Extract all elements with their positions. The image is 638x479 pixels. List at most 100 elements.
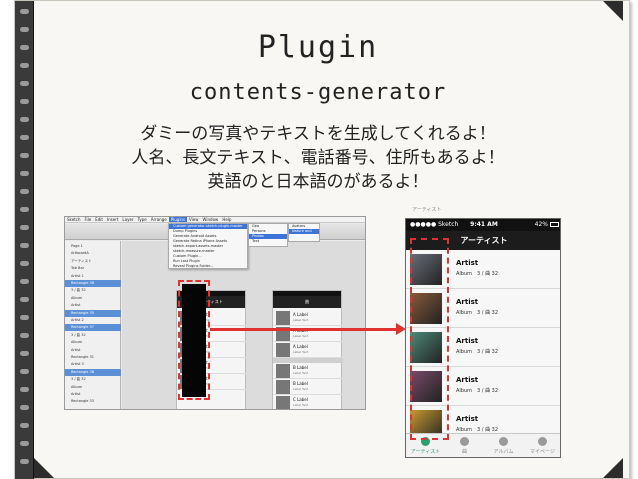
artboard-row: B Label Label Text bbox=[273, 379, 343, 395]
artist-detail: Album 3 / 曲 32 bbox=[456, 388, 499, 394]
row-label: B Label bbox=[293, 381, 308, 386]
layer-item[interactable]: Tab Bar bbox=[65, 265, 121, 272]
layer-item[interactable]: Rectangle 31 bbox=[65, 354, 121, 361]
row-sublabel: Label Text bbox=[293, 403, 309, 407]
sketch-app-screenshot: Sketch File Edit Insert Layer Type Arrange Plug… bbox=[64, 216, 366, 410]
description-line-2: 人名、長文テキスト、電話番号、住所もあるよ！ bbox=[131, 148, 505, 168]
tab-label: マイページ bbox=[530, 449, 555, 455]
arrow-line bbox=[210, 328, 400, 331]
row-label: B Label bbox=[293, 365, 308, 370]
binding-ring bbox=[20, 207, 29, 212]
artist-detail: Album 3 / 曲 32 bbox=[456, 271, 499, 277]
battery-label: 42% bbox=[534, 221, 548, 228]
layer-item[interactable]: Album bbox=[65, 384, 121, 391]
thumbnail-placeholder bbox=[276, 364, 290, 378]
artboard-row: C Label Label Text bbox=[273, 395, 343, 409]
menubar-item[interactable]: Layer bbox=[120, 217, 135, 222]
row-label: A Label bbox=[293, 344, 308, 349]
description-line-3: 英語のと日本語のがあるよ！ bbox=[207, 172, 429, 192]
layer-item[interactable]: Album bbox=[65, 295, 121, 302]
highlight-box-iphone bbox=[410, 238, 449, 440]
menubar-item[interactable]: Arrange bbox=[149, 217, 169, 222]
menubar-item[interactable]: Insert bbox=[105, 217, 120, 222]
row-sublabel: Label Text bbox=[293, 334, 309, 338]
submenu-item[interactable]: Text bbox=[249, 239, 287, 244]
menubar-item[interactable]: Edit bbox=[93, 217, 105, 222]
menubar-item[interactable]: Window bbox=[201, 217, 221, 222]
layer-item[interactable]: Artist bbox=[65, 302, 121, 309]
tab-item[interactable]: アルバム bbox=[484, 437, 523, 455]
binding-ring bbox=[20, 441, 29, 446]
submenu-item[interactable]: Nature and urban bbox=[289, 229, 319, 238]
artist-detail: Album 3 / 曲 32 bbox=[456, 427, 499, 433]
binding-ring bbox=[20, 369, 29, 374]
menubar-item[interactable]: Type bbox=[136, 217, 149, 222]
layer-item[interactable]: Rectangle 35 bbox=[65, 309, 121, 317]
highlight-box-sketch bbox=[178, 280, 210, 400]
layer-item[interactable]: Artist bbox=[65, 347, 121, 354]
binding-ring bbox=[20, 387, 29, 392]
layer-item[interactable]: ArtboardA bbox=[65, 250, 121, 257]
layer-item[interactable]: Artist bbox=[65, 391, 121, 398]
photo-corner-top-right bbox=[603, 1, 623, 21]
plugins-menu: Custom generator-sketch.plugin-master Dum… bbox=[168, 223, 248, 269]
tab-item[interactable]: 曲 bbox=[445, 437, 484, 455]
binding-ring bbox=[20, 351, 29, 356]
thumbnail-placeholder bbox=[276, 380, 290, 394]
photos-submenu: Avatars Nature and urban bbox=[288, 223, 320, 242]
thumbnail-placeholder bbox=[276, 343, 290, 357]
binding-ring bbox=[20, 297, 29, 302]
binding-ring bbox=[20, 423, 29, 428]
menubar-item[interactable]: File bbox=[82, 217, 93, 222]
thumbnail-placeholder bbox=[276, 311, 290, 325]
layer-item[interactable]: 3 / 曲 32 bbox=[65, 287, 121, 294]
mypage-tab-icon bbox=[538, 437, 547, 446]
artist-name: Artist bbox=[456, 415, 479, 423]
iphone-caption: アーティスト bbox=[412, 207, 442, 213]
artboard-row: B Label Label Text bbox=[273, 363, 343, 379]
menubar-item[interactable]: View bbox=[187, 217, 201, 222]
iphone-status-bar: ●●●●● Sketch 9:41 AM 42% bbox=[406, 219, 560, 231]
plugins-menu-item[interactable]: Reveal Plugins Folder... bbox=[169, 264, 247, 269]
layer-item[interactable]: Rectangle 33 bbox=[65, 398, 121, 405]
row-sublabel: Label Text bbox=[293, 387, 309, 391]
layer-item[interactable]: Rectangle 36 bbox=[65, 280, 121, 287]
layer-item[interactable]: 3 / 曲 32 bbox=[65, 376, 121, 383]
artist-name: Artist bbox=[456, 298, 479, 306]
photo-corner-bottom-right bbox=[603, 458, 623, 478]
artist-name: Artist bbox=[456, 259, 479, 267]
layer-item[interactable]: Artist 3 bbox=[65, 361, 121, 368]
artist-detail: Album 3 / 曲 32 bbox=[456, 349, 499, 355]
thumbnail-placeholder bbox=[276, 396, 290, 409]
row-sublabel: Label Text bbox=[293, 350, 309, 354]
menubar-item[interactable]: Plugins bbox=[168, 217, 188, 222]
layer-item[interactable]: アーティスト bbox=[65, 258, 121, 265]
layer-item[interactable]: 3 / 曲 32 bbox=[65, 332, 121, 339]
artboard-row: A LabelLabel Text bbox=[273, 342, 343, 358]
artboard-song-list: 曲 A LabelLabel TextA LabelLabel TextA La… bbox=[272, 290, 343, 409]
song-tab-icon bbox=[460, 437, 469, 446]
layer-item[interactable]: Artist 1 bbox=[65, 273, 121, 280]
menubar-item[interactable]: Sketch bbox=[65, 217, 82, 222]
binding-ring bbox=[20, 405, 29, 410]
binding-ring bbox=[20, 333, 29, 338]
layer-item[interactable]: Page 1 bbox=[65, 243, 121, 250]
binding-ring bbox=[20, 261, 29, 266]
layer-item[interactable]: Rectangle 38 bbox=[65, 368, 121, 376]
artist-name: Artist bbox=[456, 337, 479, 345]
layer-item[interactable]: Artist 2 bbox=[65, 317, 121, 324]
artist-detail: Album 3 / 曲 32 bbox=[456, 310, 499, 316]
tab-item[interactable]: マイページ bbox=[523, 437, 560, 455]
artist-name: Artist bbox=[456, 376, 479, 384]
menubar-item[interactable]: Help bbox=[220, 217, 233, 222]
layer-item[interactable]: Rectangle 37 bbox=[65, 324, 121, 332]
layer-item[interactable]: Album bbox=[65, 339, 121, 346]
row-label: A Label bbox=[293, 312, 308, 317]
binding-ring bbox=[20, 279, 29, 284]
tab-label: アーティスト bbox=[410, 449, 441, 455]
album-tab-icon bbox=[499, 437, 508, 446]
tab-label: 曲 bbox=[461, 449, 467, 455]
binding-ring bbox=[20, 9, 29, 14]
battery-icon bbox=[550, 222, 559, 227]
tab-label: アルバム bbox=[493, 449, 514, 455]
